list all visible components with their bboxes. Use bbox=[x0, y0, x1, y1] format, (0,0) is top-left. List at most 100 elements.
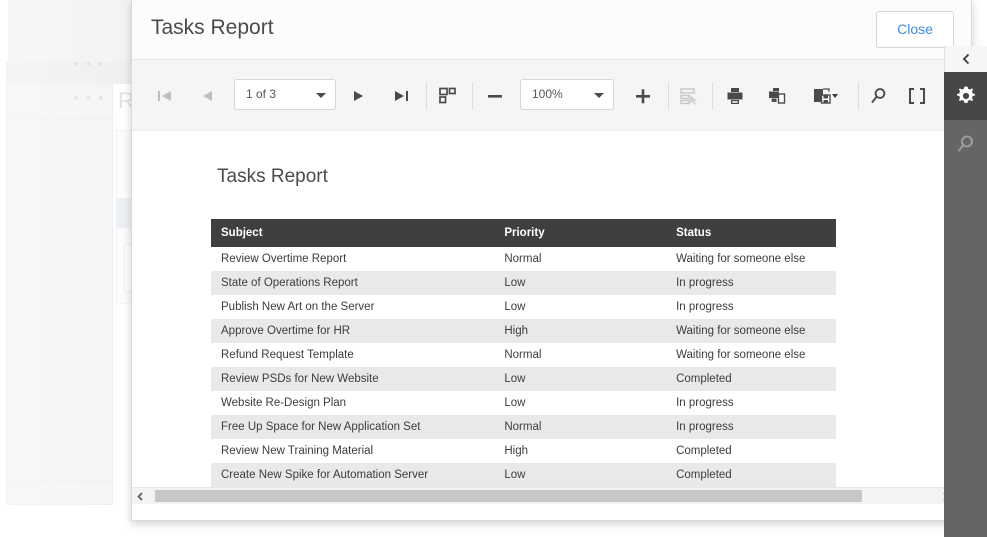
cell-priority: Low bbox=[494, 367, 667, 391]
next-page-icon bbox=[354, 90, 363, 101]
zoom-out-button[interactable] bbox=[476, 60, 514, 131]
cell-subject: Approve Overtime for HR bbox=[211, 319, 495, 343]
zoom-in-button[interactable] bbox=[624, 60, 662, 131]
column-header-status: Status bbox=[666, 219, 836, 247]
cell-status: Completed bbox=[666, 367, 836, 391]
scroll-left-button[interactable] bbox=[132, 488, 149, 504]
tasks-report-dialog: Tasks Report Close 1 of 3 100% Tasks Rep… bbox=[131, 0, 972, 521]
tasks-table-body: Review Overtime Report Normal Waiting for … bbox=[211, 247, 836, 487]
cell-subject: Review Overtime Report bbox=[221, 253, 347, 265]
report-page: Tasks Report Subject Priority Status Rev… bbox=[132, 132, 913, 488]
cell-subject: State of Operations Report bbox=[211, 271, 495, 295]
screen: • • • • • • R Tasks Report Close 1 of 3 … bbox=[0, 0, 987, 537]
page-selector[interactable]: 1 of 3 bbox=[234, 79, 336, 110]
right-rail bbox=[944, 72, 987, 537]
zoom-out-icon bbox=[488, 94, 502, 98]
dialog-header: Tasks Report Close bbox=[132, 0, 971, 60]
multipage-view-button[interactable] bbox=[428, 60, 466, 131]
search-icon bbox=[957, 135, 973, 152]
last-page-button[interactable] bbox=[382, 60, 420, 131]
column-header-priority: Priority bbox=[494, 219, 667, 247]
cell-status: In progress bbox=[676, 397, 734, 409]
chevron-left-icon bbox=[962, 53, 969, 65]
search-button[interactable] bbox=[860, 60, 898, 131]
table-row: Free Up Space for New Application Set Nor… bbox=[211, 415, 836, 439]
zoom-in-icon bbox=[636, 88, 650, 103]
table-row: Create New Spike for Automation Server Lo… bbox=[211, 463, 836, 487]
background-overflow-menu-2: • • • bbox=[74, 90, 105, 105]
previous-page-button[interactable] bbox=[188, 60, 226, 131]
cell-priority: Low bbox=[504, 301, 526, 313]
cell-subject: Create New Spike for Automation Server bbox=[211, 463, 495, 487]
next-page-button[interactable] bbox=[340, 60, 378, 131]
horizontal-scroll-thumb[interactable] bbox=[155, 490, 862, 502]
multipage-view-icon bbox=[438, 87, 456, 104]
print-button[interactable] bbox=[716, 60, 754, 131]
cell-status: Waiting for someone else bbox=[676, 349, 806, 361]
background-panel bbox=[6, 84, 113, 505]
first-page-icon bbox=[158, 90, 171, 101]
cell-status: Waiting for someone else bbox=[676, 253, 806, 265]
table-row: State of Operations Report Low In progress bbox=[211, 271, 836, 295]
zoom-level-selector[interactable]: 100% bbox=[520, 79, 614, 110]
cell-subject: Review New Training Material bbox=[221, 445, 374, 457]
column-header-subject: Subject bbox=[211, 219, 495, 247]
background-panel-footer bbox=[7, 481, 112, 482]
tasks-table: Subject Priority Status Review Overtime … bbox=[211, 219, 836, 487]
cell-priority: Normal bbox=[494, 415, 667, 439]
cell-priority: Low bbox=[494, 463, 667, 487]
toolbar-separator-2 bbox=[472, 82, 473, 110]
page-selector-value: 1 of 3 bbox=[246, 87, 277, 101]
table-row: Refund Request Template Normal Waiting for… bbox=[211, 343, 836, 367]
chevron-down-icon bbox=[316, 93, 326, 98]
close-button[interactable]: Close bbox=[876, 11, 954, 48]
fullscreen-button[interactable] bbox=[898, 60, 936, 131]
interactive-sort-icon bbox=[680, 87, 697, 105]
cell-status: Completed bbox=[676, 445, 732, 457]
toolbar-separator-5 bbox=[858, 82, 859, 110]
table-row: Review New Training Material High Complete… bbox=[211, 439, 836, 463]
toolbar-separator-3 bbox=[668, 82, 669, 110]
export-button[interactable] bbox=[800, 60, 850, 131]
cell-subject: Website Re-Design Plan bbox=[221, 397, 347, 409]
cell-status: Completed bbox=[666, 463, 836, 487]
cell-subject: Free Up Space for New Application Set bbox=[211, 415, 495, 439]
table-row: Website Re-Design Plan Low In progress bbox=[211, 391, 836, 415]
cell-subject: Review PSDs for New Website bbox=[211, 367, 495, 391]
interactive-sort-button[interactable] bbox=[670, 60, 708, 131]
gear-icon bbox=[956, 86, 975, 103]
rail-item-search[interactable] bbox=[944, 120, 987, 168]
toolbar-separator-1 bbox=[426, 82, 427, 110]
cell-priority: Normal bbox=[504, 253, 542, 265]
tasks-table-head: Subject Priority Status bbox=[211, 219, 836, 247]
cell-priority: Normal bbox=[504, 349, 542, 361]
print-icon bbox=[727, 87, 743, 104]
table-row: Review PSDs for New Website Low Completed bbox=[211, 367, 836, 391]
cell-status: In progress bbox=[666, 415, 836, 439]
last-page-icon bbox=[395, 90, 408, 101]
table-row: Review Overtime Report Normal Waiting for … bbox=[211, 247, 836, 271]
fullscreen-icon bbox=[909, 87, 925, 104]
first-page-button[interactable] bbox=[146, 60, 184, 131]
background-overflow-menu-1: • • • bbox=[74, 56, 105, 71]
rail-collapse-button[interactable] bbox=[944, 46, 987, 72]
cell-priority: Low bbox=[504, 397, 526, 409]
table-row: Approve Overtime for HR High Waiting for s… bbox=[211, 319, 836, 343]
rail-item-settings[interactable] bbox=[944, 72, 987, 120]
print-page-button[interactable] bbox=[758, 60, 796, 131]
cell-priority: High bbox=[504, 445, 528, 457]
dialog-footer bbox=[132, 504, 971, 520]
table-header-row: Subject Priority Status bbox=[211, 219, 836, 247]
horizontal-scrollbar[interactable] bbox=[132, 487, 954, 504]
cell-subject: Refund Request Template bbox=[221, 349, 354, 361]
chevron-down-icon bbox=[594, 93, 604, 98]
cell-status: Waiting for someone else bbox=[666, 319, 836, 343]
table-row: Publish New Art on the Server Low In progr… bbox=[211, 295, 836, 319]
report-toolbar: 1 of 3 100% bbox=[132, 60, 971, 131]
search-icon bbox=[871, 87, 886, 103]
zoom-level-value: 100% bbox=[532, 87, 563, 101]
document-viewport[interactable]: Tasks Report Subject Priority Status Rev… bbox=[132, 132, 971, 520]
report-page-title: Tasks Report bbox=[217, 166, 328, 187]
chevron-left-icon bbox=[137, 491, 143, 501]
cell-status: In progress bbox=[676, 301, 734, 313]
